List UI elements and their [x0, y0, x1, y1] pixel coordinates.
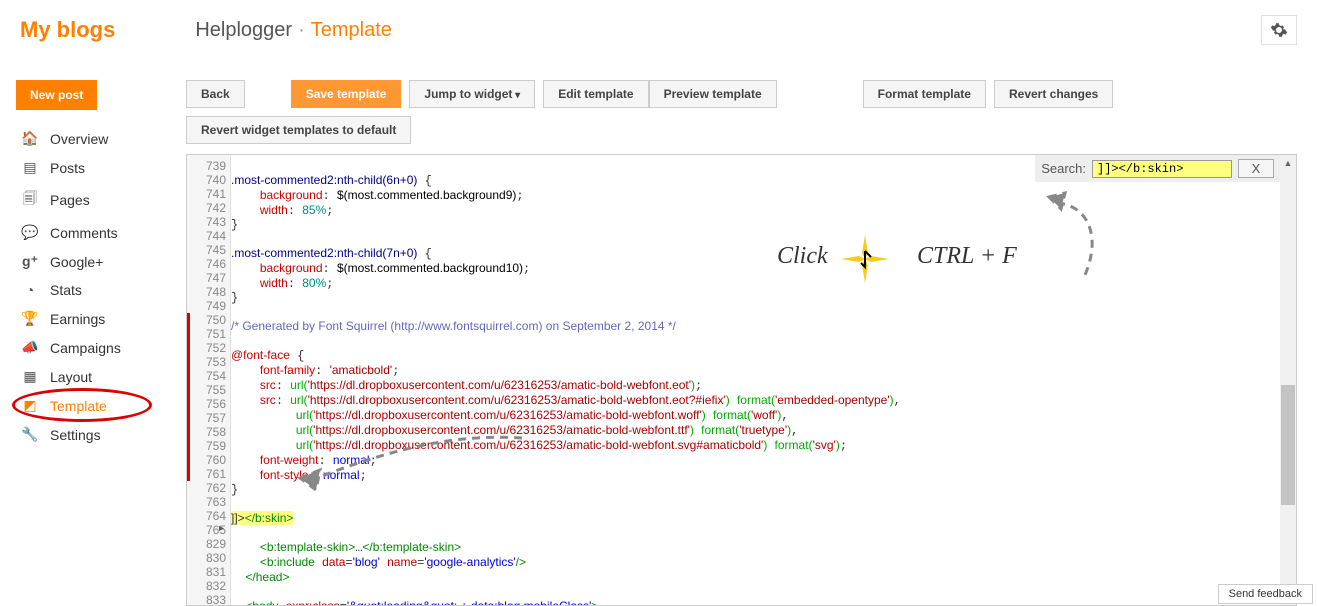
revert-changes-button[interactable]: Revert changes — [994, 80, 1113, 108]
send-feedback-button[interactable]: Send feedback — [1218, 584, 1313, 604]
sidebar-item-layout[interactable]: ▦ Layout — [16, 362, 166, 391]
editor-toolbar: Back Save template Jump to widget Edit t… — [186, 80, 1297, 144]
sidebar-item-template[interactable]: ◩ Template — [16, 391, 166, 420]
breadcrumb-template: Template — [311, 19, 392, 42]
breadcrumb-separator: · — [298, 19, 305, 42]
sidebar-item-label: Template — [50, 398, 107, 414]
my-blogs-link[interactable]: My blogs — [20, 17, 115, 43]
line-number-gutter: 7397407417427437447457467477487497507517… — [187, 155, 231, 606]
sidebar-item-label: Pages — [50, 192, 90, 208]
back-button[interactable]: Back — [186, 80, 245, 108]
jump-to-widget-button[interactable]: Jump to widget — [409, 80, 535, 108]
search-input[interactable] — [1092, 160, 1232, 178]
sidebar-item-stats[interactable]: ◔ Stats — [16, 276, 166, 304]
revert-widget-templates-button[interactable]: Revert widget templates to default — [186, 116, 411, 144]
layout-icon: ▦ — [20, 368, 40, 385]
settings-icon: 🔧 — [20, 426, 40, 443]
change-marker — [187, 313, 190, 481]
edit-template-button[interactable]: Edit template — [543, 80, 648, 108]
sidebar-item-googleplus[interactable]: g⁺ Google+ — [16, 247, 166, 276]
stats-icon: ◔ — [20, 282, 40, 298]
sidebar-item-campaigns[interactable]: 📣 Campaigns — [16, 333, 166, 362]
preview-template-button[interactable]: Preview template — [649, 80, 777, 108]
scrollbar-up[interactable]: ▲ — [1280, 155, 1296, 171]
sidebar-item-label: Earnings — [50, 311, 105, 327]
template-icon: ◩ — [20, 397, 40, 414]
sidebar-item-label: Settings — [50, 427, 101, 443]
sidebar-item-label: Campaigns — [50, 340, 121, 356]
sidebar-item-label: Overview — [50, 131, 108, 147]
sidebar-item-pages[interactable]: 🗐 Pages — [16, 182, 166, 218]
comments-icon: 💬 — [20, 224, 40, 241]
editor-scrollbar[interactable]: ▲ ▼ — [1280, 155, 1296, 605]
fold-marker[interactable]: ▸ — [219, 523, 224, 534]
gear-icon[interactable] — [1261, 15, 1297, 45]
new-post-button[interactable]: New post — [16, 80, 97, 110]
sidebar-item-label: Posts — [50, 160, 85, 176]
sidebar-item-overview[interactable]: 🏠 Overview — [16, 124, 166, 153]
blog-name: Helplogger — [195, 19, 292, 42]
search-close-button[interactable]: X — [1238, 159, 1274, 178]
spark-icon — [837, 231, 893, 287]
code-content[interactable]: .most-commented2:nth-child(6n+0) { backg… — [231, 159, 1280, 606]
sidebar-item-label: Comments — [50, 225, 118, 241]
code-editor[interactable]: Search: X 739740741742743744745746747748… — [186, 154, 1297, 606]
campaigns-icon: 📣 — [20, 339, 40, 356]
sidebar-item-earnings[interactable]: 🏆 Earnings — [16, 304, 166, 333]
posts-icon: ▤ — [20, 159, 40, 176]
home-icon: 🏠 — [20, 130, 40, 147]
earnings-icon: 🏆 — [20, 310, 40, 327]
sidebar-item-settings[interactable]: 🔧 Settings — [16, 420, 166, 449]
scrollbar-thumb[interactable] — [1281, 385, 1295, 505]
sidebar-item-label: Google+ — [50, 254, 103, 270]
search-label: Search: — [1041, 161, 1086, 176]
sidebar-item-comments[interactable]: 💬 Comments — [16, 218, 166, 247]
format-template-button[interactable]: Format template — [863, 80, 986, 108]
sidebar-item-label: Stats — [50, 282, 82, 298]
search-bar: Search: X — [1035, 155, 1280, 182]
pages-icon: 🗐 — [20, 188, 40, 212]
sidebar-item-posts[interactable]: ▤ Posts — [16, 153, 166, 182]
save-template-button[interactable]: Save template — [291, 80, 402, 108]
googleplus-icon: g⁺ — [20, 253, 40, 270]
sidebar-item-label: Layout — [50, 369, 92, 385]
